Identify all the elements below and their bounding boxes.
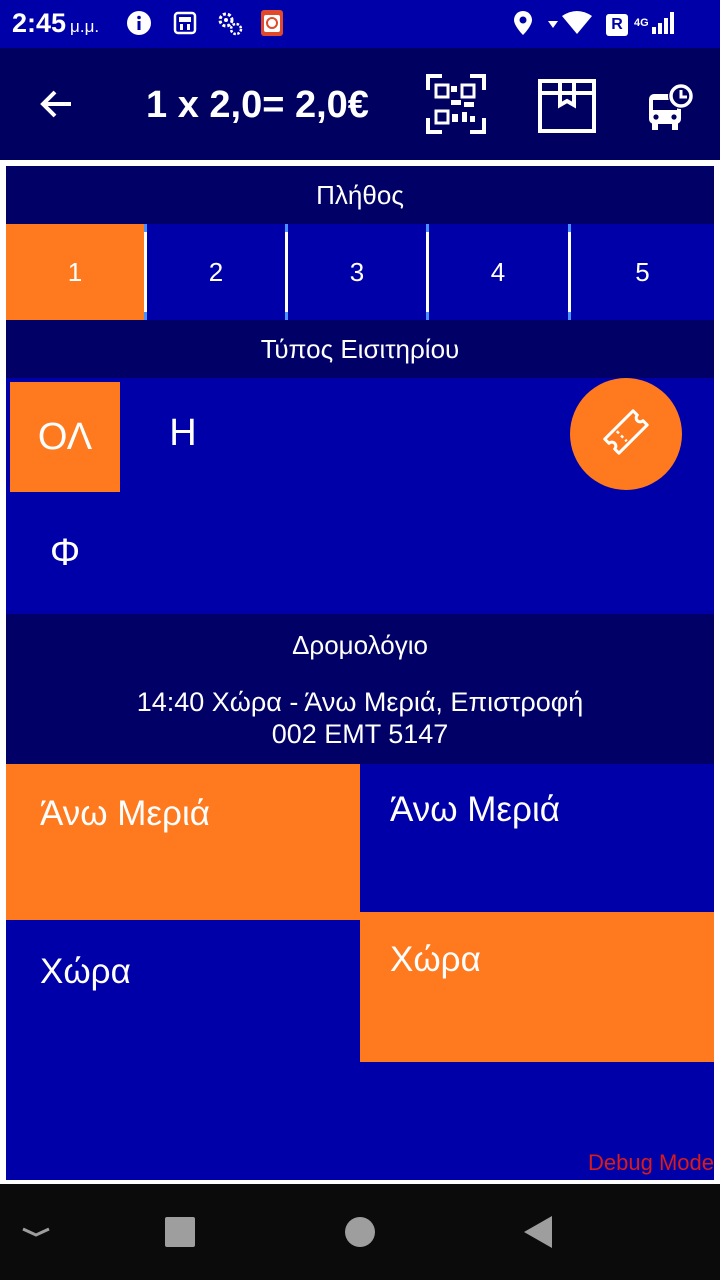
roaming-label: R bbox=[606, 14, 628, 36]
ticket-type-full[interactable]: ΟΛ bbox=[10, 382, 120, 492]
store-icon bbox=[172, 10, 198, 36]
signal-4g-icon: 4G bbox=[634, 10, 677, 36]
system-nav-bar bbox=[0, 1184, 720, 1280]
bus-schedule-icon[interactable] bbox=[642, 78, 698, 134]
quantity-option-5[interactable]: 5 bbox=[571, 224, 714, 320]
stop-from-ano-meria[interactable]: Άνω Μεριά bbox=[6, 764, 360, 920]
fare-total-title: 1 x 2,0= 2,0€ bbox=[146, 84, 369, 126]
app-notification-icon bbox=[260, 10, 284, 36]
status-bar: 2:45 μ.μ. R 4G bbox=[0, 0, 720, 48]
quantity-option-label: 2 bbox=[208, 256, 224, 287]
settings-gears-icon bbox=[216, 10, 244, 36]
stop-to-chora[interactable]: Χώρα bbox=[360, 912, 714, 1062]
ticket-icon bbox=[598, 404, 654, 465]
quantity-option-label: 5 bbox=[635, 256, 650, 287]
stop-label: Άνω Μεριά bbox=[40, 794, 210, 833]
quantity-option-label: 4 bbox=[490, 256, 506, 287]
quantity-selector: 1 2 3 4 5 bbox=[6, 224, 714, 320]
network-type-label: 4G bbox=[634, 17, 649, 29]
stop-label: Χώρα bbox=[390, 940, 481, 979]
app-bar: 1 x 2,0= 2,0€ bbox=[0, 48, 720, 160]
status-time-value: 2:45 bbox=[12, 8, 67, 38]
ticket-type-header: Τύπος Εισιτηρίου bbox=[6, 320, 714, 378]
stop-to-ano-meria[interactable]: Άνω Μεριά bbox=[360, 764, 714, 912]
stops-grid: Άνω Μεριά Άνω Μεριά Χώρα Χώρα bbox=[6, 764, 714, 1180]
roaming-icon: R bbox=[606, 12, 628, 38]
issue-ticket-button[interactable] bbox=[570, 378, 682, 490]
ticket-type-option-label: Φ bbox=[49, 531, 81, 574]
quantity-option-label: 3 bbox=[349, 256, 365, 287]
quantity-header: Πλήθος bbox=[6, 166, 714, 224]
info-icon bbox=[126, 10, 152, 36]
route-header: Δρομολόγιο 14:40 Χώρα - Άνω Μεριά, Επιστ… bbox=[6, 614, 714, 764]
quantity-option-2[interactable]: 2 bbox=[147, 224, 285, 320]
stop-from-chora[interactable]: Χώρα bbox=[6, 920, 360, 1068]
quantity-option-4[interactable]: 4 bbox=[429, 224, 567, 320]
ticket-type-student[interactable]: Φ bbox=[10, 498, 120, 608]
route-line-2: 002 ΕΜΤ 5147 bbox=[271, 719, 449, 749]
route-description: 14:40 Χώρα - Άνω Μεριά, Επιστροφή 002 ΕΜ… bbox=[6, 686, 714, 750]
quantity-option-label: 1 bbox=[67, 256, 83, 287]
recent-apps-icon[interactable] bbox=[160, 1212, 200, 1252]
ticket-type-label: Τύπος Εισιτηρίου bbox=[260, 334, 460, 364]
keyboard-hide-icon[interactable] bbox=[14, 1212, 58, 1252]
route-label: Δρομολόγιο bbox=[292, 630, 428, 660]
qr-scan-icon[interactable] bbox=[422, 70, 490, 138]
stop-label: Χώρα bbox=[40, 952, 131, 991]
ticket-type-option-label: Η bbox=[169, 411, 197, 454]
quantity-option-3[interactable]: 3 bbox=[288, 224, 426, 320]
stop-label: Άνω Μεριά bbox=[390, 790, 560, 829]
quantity-option-1[interactable]: 1 bbox=[6, 224, 144, 320]
route-line-1: 14:40 Χώρα - Άνω Μεριά, Επιστροφή bbox=[136, 687, 584, 717]
wifi-icon bbox=[546, 10, 594, 36]
package-icon[interactable] bbox=[534, 72, 600, 138]
status-time-period: μ.μ. bbox=[70, 17, 100, 36]
back-nav-icon[interactable] bbox=[518, 1212, 558, 1252]
ticket-type-option-label: ΟΛ bbox=[37, 415, 93, 458]
ticket-type-reduced[interactable]: Η bbox=[128, 382, 238, 492]
home-icon[interactable] bbox=[340, 1212, 380, 1252]
status-time: 2:45 μ.μ. bbox=[12, 8, 99, 39]
debug-mode-label: Debug Mode bbox=[588, 1150, 714, 1175]
arrow-back-icon[interactable] bbox=[26, 74, 86, 134]
location-icon bbox=[512, 10, 534, 36]
quantity-label: Πλήθος bbox=[316, 180, 404, 210]
